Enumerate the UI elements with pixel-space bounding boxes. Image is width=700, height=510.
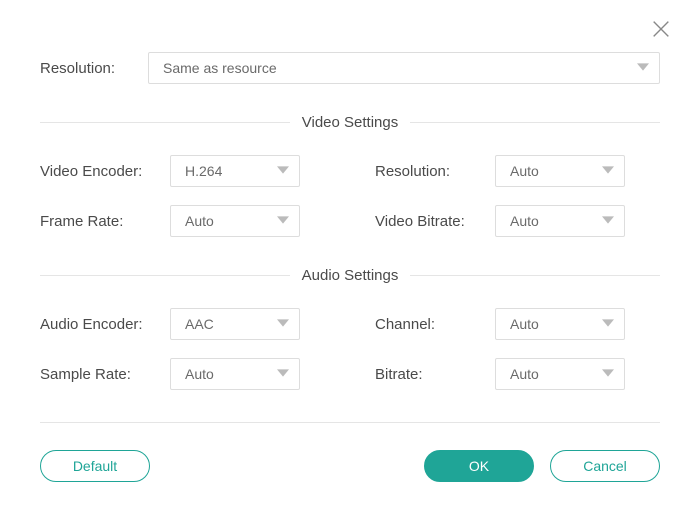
ok-button[interactable]: OK [424, 450, 534, 482]
close-icon [650, 27, 672, 44]
chevron-down-icon [277, 316, 289, 332]
chevron-down-icon [637, 60, 649, 76]
channel-value: Auto [510, 316, 539, 332]
sample-rate-value: Auto [185, 366, 214, 382]
audio-bitrate-label: Bitrate: [375, 366, 495, 383]
settings-dialog: Resolution: Same as resource Video Setti… [0, 0, 700, 423]
video-encoder-value: H.264 [185, 163, 222, 179]
chevron-down-icon [602, 163, 614, 179]
video-encoder-label: Video Encoder: [40, 163, 170, 180]
resolution-dropdown[interactable]: Same as resource [148, 52, 660, 84]
sample-rate-dropdown[interactable]: Auto [170, 358, 300, 390]
frame-rate-value: Auto [185, 213, 214, 229]
cancel-button[interactable]: Cancel [550, 450, 660, 482]
divider [40, 422, 660, 423]
video-resolution-value: Auto [510, 163, 539, 179]
sample-rate-label: Sample Rate: [40, 366, 170, 383]
chevron-down-icon [277, 213, 289, 229]
resolution-value: Same as resource [163, 60, 277, 76]
divider [40, 275, 290, 276]
divider [410, 122, 660, 123]
channel-label: Channel: [375, 316, 495, 333]
channel-dropdown[interactable]: Auto [495, 308, 625, 340]
chevron-down-icon [277, 163, 289, 179]
chevron-down-icon [602, 213, 614, 229]
frame-rate-label: Frame Rate: [40, 213, 170, 230]
video-bitrate-dropdown[interactable]: Auto [495, 205, 625, 237]
audio-settings-header: Audio Settings [40, 267, 660, 284]
chevron-down-icon [602, 316, 614, 332]
default-button[interactable]: Default [40, 450, 150, 482]
audio-settings-title: Audio Settings [302, 267, 399, 284]
video-settings-header: Video Settings [40, 114, 660, 131]
resolution-label: Resolution: [40, 60, 148, 77]
divider [40, 122, 290, 123]
video-encoder-dropdown[interactable]: H.264 [170, 155, 300, 187]
audio-bitrate-dropdown[interactable]: Auto [495, 358, 625, 390]
audio-bitrate-value: Auto [510, 366, 539, 382]
divider [410, 275, 660, 276]
dialog-footer: Default OK Cancel [40, 450, 660, 482]
frame-rate-dropdown[interactable]: Auto [170, 205, 300, 237]
audio-encoder-dropdown[interactable]: AAC [170, 308, 300, 340]
video-resolution-label: Resolution: [375, 163, 495, 180]
audio-encoder-value: AAC [185, 316, 214, 332]
audio-encoder-label: Audio Encoder: [40, 316, 170, 333]
close-button[interactable] [650, 18, 672, 45]
chevron-down-icon [277, 366, 289, 382]
video-settings-title: Video Settings [302, 114, 398, 131]
video-resolution-dropdown[interactable]: Auto [495, 155, 625, 187]
video-bitrate-label: Video Bitrate: [375, 213, 495, 230]
video-bitrate-value: Auto [510, 213, 539, 229]
chevron-down-icon [602, 366, 614, 382]
